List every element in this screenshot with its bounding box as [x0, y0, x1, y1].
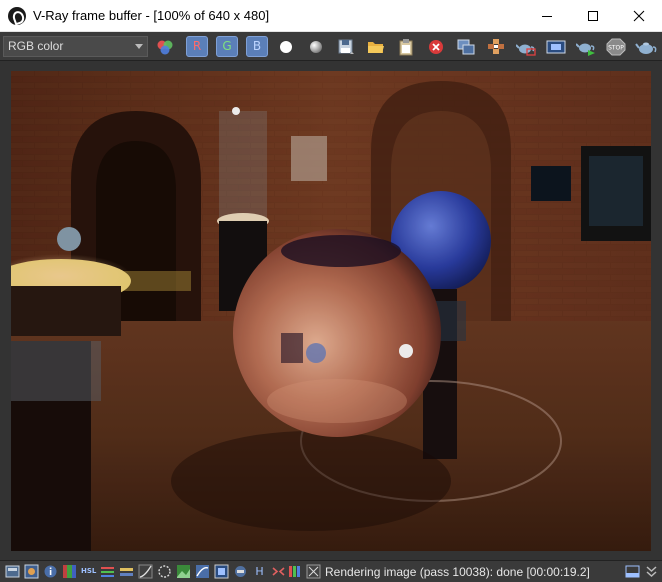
chevron-double-down-icon[interactable] — [644, 564, 659, 579]
lens-effects-icon[interactable] — [157, 564, 172, 579]
blue-channel-button[interactable]: B — [246, 36, 268, 57]
title-bar: V-Ray frame buffer - [100% of 640 x 480] — [0, 0, 662, 32]
green-channel-button[interactable]: G — [216, 36, 238, 57]
region-grid-icon — [488, 38, 504, 54]
maximize-button[interactable] — [570, 0, 616, 32]
exposure-icon[interactable] — [100, 564, 115, 579]
maximize-icon — [588, 11, 598, 21]
track-mouse-button[interactable] — [544, 35, 568, 58]
color-corrections-icon[interactable] — [24, 564, 39, 579]
info-icon[interactable] — [43, 564, 58, 579]
status-bar: HSL H Rendering image (pass 10038): done… — [0, 560, 662, 582]
vray-logo-icon — [8, 7, 26, 25]
folder-icon — [368, 41, 384, 53]
teapot-render-icon — [576, 42, 595, 56]
rendered-scene-image — [11, 71, 651, 551]
clipboard-icon — [399, 38, 413, 55]
stop-sign-icon: STOP — [606, 38, 626, 55]
white-balance-icon[interactable] — [119, 564, 134, 579]
toolbar: RGB color R G B STOP — [0, 32, 662, 61]
close-icon — [633, 10, 645, 22]
history-icon[interactable] — [5, 564, 20, 579]
duplicate-window-icon — [457, 39, 475, 54]
save-image-button[interactable] — [334, 35, 358, 58]
stop-render-button[interactable]: STOP — [604, 35, 628, 58]
stop-label: STOP — [608, 44, 624, 51]
image-viewport[interactable] — [0, 61, 662, 560]
red-channel-button[interactable]: R — [186, 36, 208, 57]
teapot-region-icon — [516, 43, 536, 56]
film-frame-icon — [546, 40, 566, 53]
curves-icon[interactable] — [138, 564, 153, 579]
background-image-icon[interactable] — [176, 564, 191, 579]
duplicate-vfb-button[interactable] — [454, 35, 478, 58]
levels-icon[interactable] — [62, 564, 77, 579]
mono-button[interactable] — [304, 35, 328, 58]
render-status-text: Rendering image (pass 10038): done [00:0… — [325, 565, 590, 579]
rgb-bars-icon[interactable] — [287, 564, 302, 579]
teapot-icon — [635, 42, 657, 54]
render-button[interactable] — [574, 35, 598, 58]
clear-x-icon — [429, 39, 443, 54]
rendered-image — [11, 71, 651, 551]
render-region-button[interactable] — [514, 35, 538, 58]
clear-image-button[interactable] — [424, 35, 448, 58]
lut-icon[interactable] — [195, 564, 210, 579]
channel-dropdown[interactable]: RGB color — [3, 36, 148, 57]
ocio-icon[interactable] — [214, 564, 229, 579]
floppy-disk-icon — [338, 39, 354, 54]
color-circles-icon — [157, 40, 173, 54]
load-image-button[interactable] — [364, 35, 388, 58]
minimize-button[interactable] — [524, 0, 570, 32]
chevron-down-icon — [135, 44, 143, 49]
copy-to-clipboard-button[interactable] — [394, 35, 418, 58]
hsl-button[interactable]: HSL — [81, 564, 96, 579]
test-resolution-icon[interactable] — [233, 564, 248, 579]
window-title: V-Ray frame buffer - [100% of 640 x 480] — [33, 8, 270, 23]
rgb-channels-button[interactable] — [153, 35, 177, 58]
close-button[interactable] — [616, 0, 662, 32]
gray-sphere-icon — [310, 40, 322, 53]
panel-toggle-icon[interactable] — [625, 564, 640, 579]
h-button[interactable]: H — [252, 564, 267, 579]
compare-ab-icon[interactable] — [271, 564, 286, 579]
interactive-render-button[interactable] — [634, 35, 658, 58]
white-circle-icon — [280, 40, 292, 53]
minimize-icon — [542, 16, 552, 17]
white-point-button[interactable] — [274, 35, 298, 58]
checker-icon[interactable] — [306, 564, 321, 579]
channel-dropdown-value: RGB color — [8, 39, 64, 53]
follow-mouse-button[interactable] — [484, 35, 508, 58]
